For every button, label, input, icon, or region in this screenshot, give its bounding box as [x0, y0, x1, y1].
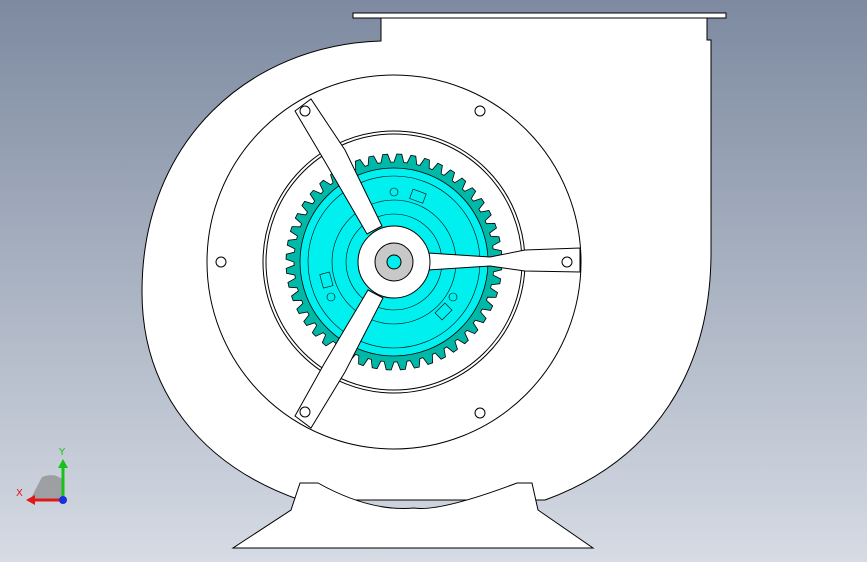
arm-bolt	[299, 105, 311, 117]
model-canvas[interactable]: Y X	[0, 0, 867, 562]
shaft	[386, 254, 402, 270]
bolt	[474, 105, 486, 117]
arm-bolt	[561, 256, 573, 268]
bolt	[215, 256, 227, 268]
z-axis-dot	[59, 496, 67, 504]
y-axis-label: Y	[58, 447, 66, 458]
outlet-flange	[352, 12, 727, 19]
bolt	[474, 407, 486, 419]
impeller-bolt-hole	[389, 187, 399, 197]
arm-bolt	[299, 406, 311, 418]
x-axis-label: X	[16, 488, 23, 499]
impeller-bolt-hole	[326, 292, 336, 302]
hub	[357, 225, 431, 299]
impeller-bolt-hole	[448, 292, 458, 302]
cad-viewport[interactable]: Y X	[0, 0, 867, 562]
